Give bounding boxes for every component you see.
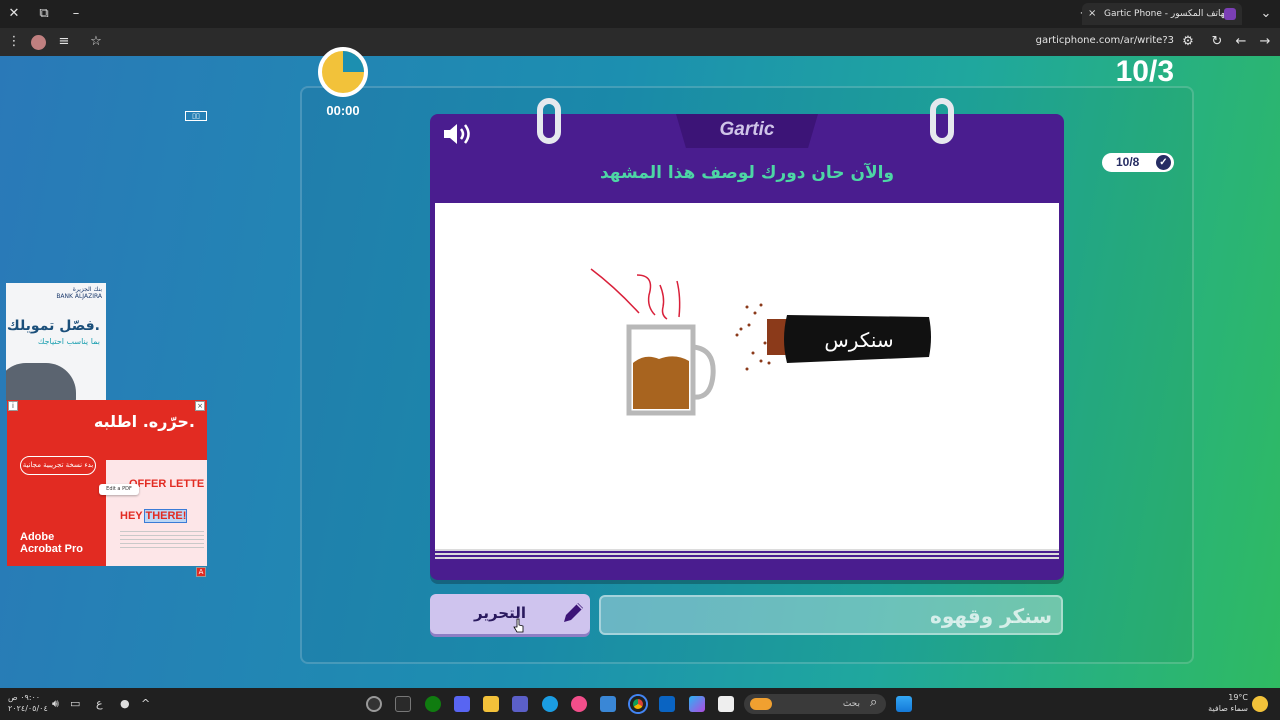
- binder-ring-right: [930, 98, 954, 144]
- gartic-logo: Gartic: [719, 119, 775, 140]
- tab-close-icon[interactable]: ×: [1088, 3, 1096, 25]
- forward-icon[interactable]: ←: [1231, 32, 1251, 52]
- free-trial-button[interactable]: بدء نسخة تجريبية مجانية: [20, 456, 96, 475]
- search-placeholder: بحث: [842, 699, 860, 709]
- teams-icon[interactable]: [512, 696, 528, 712]
- itunes-icon[interactable]: [571, 696, 587, 712]
- taskbar-clock[interactable]: ٠٩:٠٠ ص ٢٠٢٤/٠٥/٠٤: [8, 692, 48, 714]
- taskbar: ٠٩:٠٠ ص ٢٠٢٤/٠٥/٠٤ 🔊︎ ▭ ع ● ^ ⌕ 19°C سما…: [0, 688, 1280, 720]
- page-edge: [435, 553, 1059, 555]
- discord-icon[interactable]: [454, 696, 470, 712]
- tiny-widget-icon[interactable]: ▯▯: [185, 111, 207, 121]
- bank-subline: بما يناسب احتياجك: [37, 337, 100, 346]
- bookmark-star-icon[interactable]: ☆: [86, 32, 106, 52]
- bank-name-ar: بنك الجزيرة: [72, 286, 102, 293]
- adobe-brand: Adobe Acrobat Pro: [20, 531, 83, 555]
- tab-title: Gartic Phone - الهاتف المكسور: [1104, 9, 1231, 19]
- bank-headline: فصّل تمويلك.: [6, 318, 100, 334]
- page-edge: [435, 549, 1059, 551]
- browser-tab[interactable]: × Gartic Phone - الهاتف المكسور: [1082, 3, 1242, 25]
- notepad-icon[interactable]: [718, 696, 734, 712]
- address-bar: ⋮ ≡ ☆ garticphone.com/ar/write?3 ⚙ ↻ ← →: [0, 28, 1280, 56]
- bank-name-en: BANK ALJAZIRA: [56, 293, 102, 300]
- weather-widget[interactable]: 19°C سماء صافية: [1208, 692, 1248, 714]
- candy-bar: سنكرس: [767, 315, 931, 363]
- binder-ring-left: [537, 98, 561, 144]
- offer-letter-text: OFFER LETTE: [129, 478, 205, 490]
- menu-icon[interactable]: ⋮: [4, 32, 24, 52]
- car-image: [6, 363, 76, 401]
- copilot-icon[interactable]: [689, 696, 705, 712]
- done-count-badge: 10/8 ✓: [1102, 153, 1174, 172]
- microphone-icon[interactable]: ●: [120, 697, 130, 710]
- document-lines: [120, 528, 204, 548]
- window-maximize-icon[interactable]: ⧉: [34, 4, 54, 24]
- player-drawing: سنكرس: [590, 268, 931, 416]
- network-icon[interactable]: ▭: [70, 697, 80, 710]
- obs-icon[interactable]: [366, 696, 382, 712]
- edge-icon[interactable]: [542, 696, 558, 712]
- adobe-brand-1: Adobe: [20, 531, 55, 543]
- prompt-title: والآن حان دورك لوصف هذا المشهد: [599, 163, 895, 183]
- temperature: 19°C: [1228, 693, 1248, 702]
- page-edge: [435, 557, 1059, 559]
- window-minimize-icon[interactable]: –: [66, 4, 86, 24]
- hey-text: HEY: [120, 510, 146, 522]
- tray-chevron-icon[interactable]: ^: [141, 697, 150, 710]
- windows-start-icon[interactable]: [896, 696, 912, 712]
- gartic-favicon-icon: [1224, 8, 1236, 20]
- search-highlight-icon: [750, 698, 772, 710]
- outlook-icon[interactable]: [659, 696, 675, 712]
- hey-there-text: HEY THERE!: [120, 509, 188, 523]
- window-close-icon[interactable]: ✕: [4, 4, 24, 24]
- back-icon[interactable]: →: [1255, 32, 1275, 52]
- ad-info-icon[interactable]: i: [8, 401, 18, 411]
- clock-date: ٢٠٢٤/٠٥/٠٤: [8, 704, 48, 713]
- weather-moon-icon: [1252, 696, 1268, 712]
- adobe-headline: حرّره. اطلبه.: [93, 412, 195, 431]
- answer-value: سنكر وقهوه: [930, 604, 1052, 628]
- epic-games-icon[interactable]: [395, 696, 411, 712]
- mug: [626, 324, 716, 416]
- adobe-badge-icon: A: [196, 567, 206, 577]
- site-settings-icon[interactable]: ⚙: [1178, 32, 1198, 52]
- edit-button-label: التحرير: [473, 604, 526, 622]
- weather-desc: سماء صافية: [1208, 704, 1248, 713]
- browser-tab-bar: ✕ ⧉ – + × Gartic Phone - الهاتف المكسور …: [0, 0, 1280, 28]
- file-explorer-icon[interactable]: [483, 696, 499, 712]
- timer-clock-icon: [318, 47, 368, 97]
- dots: [735, 303, 771, 371]
- xbox-icon[interactable]: [425, 696, 441, 712]
- speaker-icon[interactable]: [442, 121, 474, 147]
- done-count-text: 10/8: [1116, 155, 1140, 169]
- bank-name: بنك الجزيرة BANK ALJAZIRA: [56, 286, 102, 300]
- store-icon[interactable]: [600, 696, 616, 712]
- reload-icon[interactable]: ↻: [1207, 32, 1227, 52]
- tab-search-icon[interactable]: ⌄: [1256, 4, 1276, 24]
- edit-pdf-chip: Edit a PDF: [99, 484, 139, 495]
- drawing-label: سنكرس: [824, 328, 893, 352]
- there-text: THERE!: [144, 509, 188, 523]
- clock-time: ٠٩:٠٠ ص: [8, 693, 41, 702]
- check-icon: ✓: [1156, 155, 1171, 170]
- hand-cursor-icon: [513, 618, 524, 633]
- round-counter: 10/3: [1115, 55, 1174, 88]
- chrome-icon[interactable]: [630, 696, 646, 712]
- volume-icon[interactable]: 🔊︎: [52, 697, 59, 711]
- pencil-icon: [564, 603, 583, 622]
- steam-lines: [590, 268, 681, 320]
- bank-ad[interactable]: بنك الجزيرة BANK ALJAZIRA فصّل تمويلك. ب…: [6, 283, 106, 401]
- adobe-brand-2: Acrobat Pro: [20, 543, 83, 555]
- reading-list-icon[interactable]: ≡: [54, 32, 74, 52]
- adobe-ad[interactable]: حرّره. اطلبه. بدء نسخة تجريبية مجانية OF…: [7, 400, 207, 566]
- ad-close-icon[interactable]: ×: [195, 401, 205, 411]
- profile-avatar[interactable]: [31, 35, 46, 50]
- url-text[interactable]: garticphone.com/ar/write?3: [1036, 35, 1174, 46]
- timer-text: 00:00: [326, 103, 360, 118]
- search-icon: ⌕: [870, 695, 878, 710]
- input-language[interactable]: ع: [96, 697, 103, 710]
